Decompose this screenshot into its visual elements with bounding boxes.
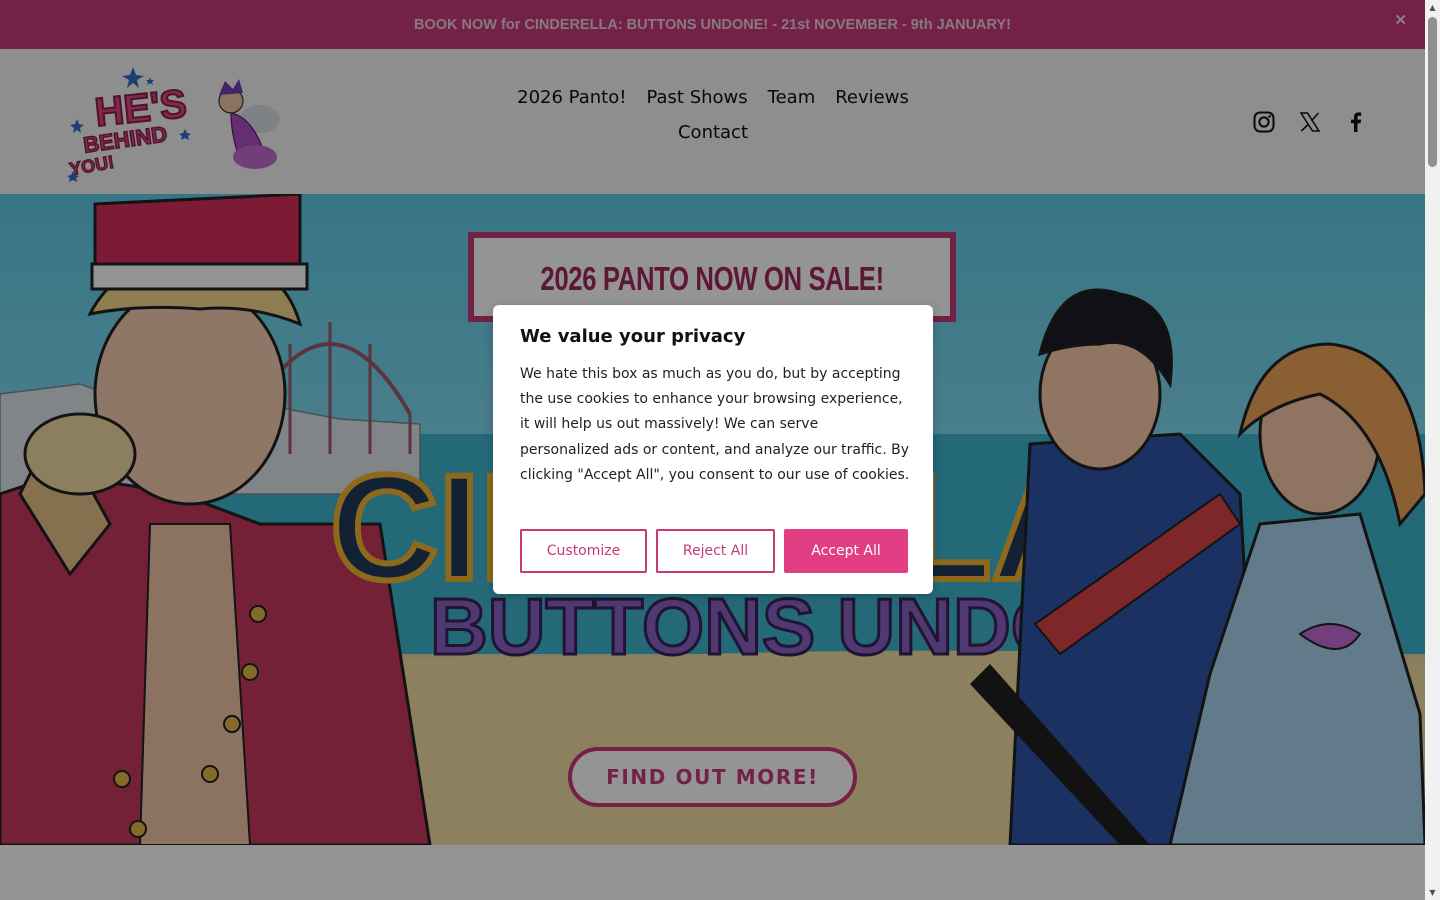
scroll-up-icon[interactable]: ▲ [1425, 0, 1440, 15]
reject-all-button[interactable]: Reject All [656, 529, 775, 573]
cookie-modal-body: We hate this box as much as you do, but … [520, 366, 910, 483]
cookie-modal-title: We value your privacy [520, 326, 746, 347]
scroll-down-icon[interactable]: ▼ [1425, 885, 1440, 900]
cookie-modal-buttons: Customize Reject All Accept All [520, 529, 908, 573]
customize-button[interactable]: Customize [520, 529, 647, 573]
page-scrollbar[interactable]: ▲ ▼ [1425, 0, 1440, 900]
page: BOOK NOW for CINDERELLA: BUTTONS UNDONE!… [0, 0, 1425, 900]
scrollbar-thumb[interactable] [1428, 17, 1437, 167]
accept-all-button[interactable]: Accept All [784, 529, 908, 573]
cookie-consent-modal: We value your privacy We hate this box a… [493, 305, 933, 594]
